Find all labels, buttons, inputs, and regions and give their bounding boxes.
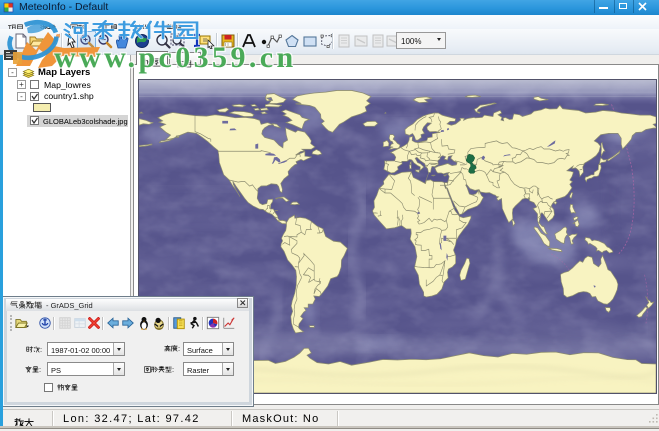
svg-text:www.pc0359.cn: www.pc0359.cn [54,44,297,74]
